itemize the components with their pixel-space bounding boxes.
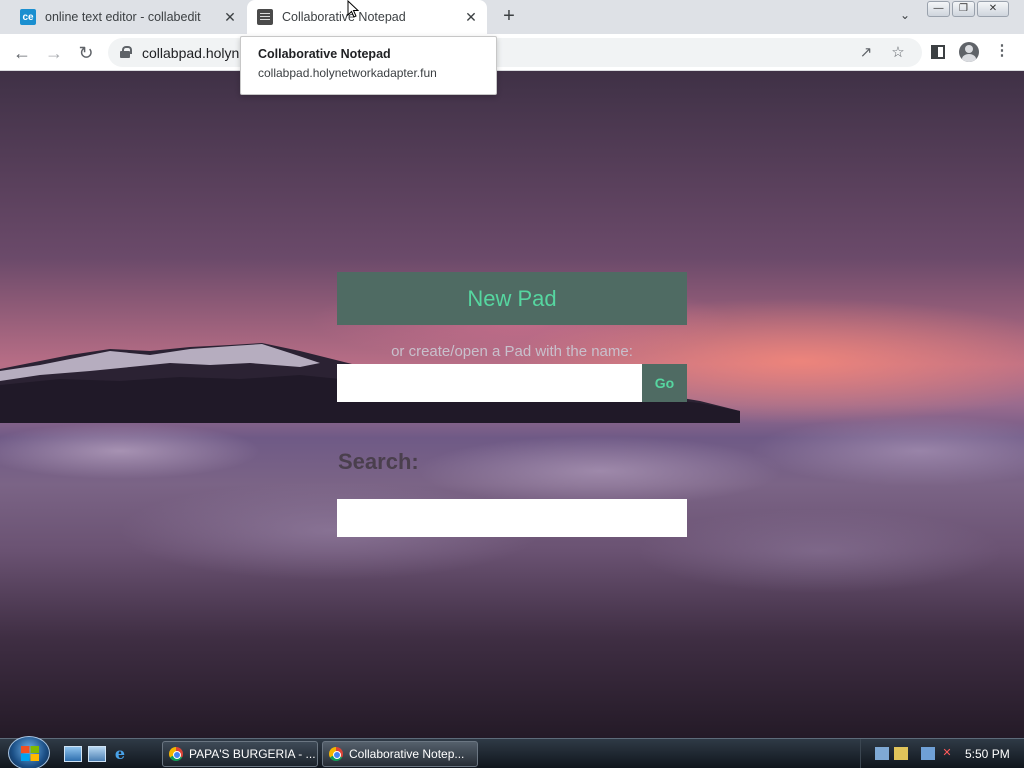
taskbar-item-papas-burgeria[interactable]: PAPA'S BURGERIA - ... [162,741,318,767]
close-icon[interactable]: ✕ [218,5,242,29]
page-background: New Pad or create/open a Pad with the na… [0,71,1024,738]
new-pad-button[interactable]: New Pad [337,272,687,325]
tab-collaborative-notepad[interactable]: Collaborative Notepad ✕ [247,0,487,34]
restore-button[interactable]: ❐ [952,1,975,17]
taskbar: e PAPA'S BURGERIA - ... Collaborative No… [0,736,1024,768]
close-window-button[interactable]: ✕ [977,1,1009,17]
tab-title: Collaborative Notepad [282,10,406,24]
back-icon[interactable]: ← [8,39,36,67]
url-text[interactable]: collabpad.holyn [142,45,239,61]
tray-app-icon[interactable] [875,747,889,760]
tab-hover-tooltip: Collaborative Notepad collabpad.holynetw… [240,36,497,95]
chevron-down-icon[interactable]: ⌄ [895,8,915,26]
share-icon[interactable]: ↗ [856,43,876,63]
search-input[interactable] [337,499,687,537]
browser-toolbar: ← → ↻ collabpad.holyn ↗ ☆ ⋮ [0,34,1024,71]
star-icon[interactable]: ☆ [888,43,908,63]
close-icon[interactable]: ✕ [459,5,483,29]
network-icon[interactable] [921,747,935,760]
tooltip-url: collabpad.holynetworkadapter.fun [258,66,437,80]
chrome-icon [169,747,183,761]
profile-icon[interactable] [959,42,979,62]
search-label: Search: [338,449,419,474]
lock-icon [120,46,132,58]
start-button[interactable] [8,736,50,768]
chrome-icon [329,747,343,761]
taskbar-item-label: PAPA'S BURGERIA - ... [189,747,316,761]
system-tray: ✕ 5:50 PM [860,739,1024,768]
clock[interactable]: 5:50 PM [965,747,1010,761]
mouse-cursor-icon [347,0,359,18]
taskbar-item-label: Collaborative Notep... [349,747,465,761]
pad-name-input[interactable] [337,364,642,402]
show-desktop-icon[interactable] [64,746,82,762]
tab-collabedit[interactable]: ce online text editor - collabedit ✕ [10,0,246,34]
collabedit-favicon-icon: ce [20,9,36,25]
forward-icon[interactable]: → [40,39,68,67]
create-open-label: or create/open a Pad with the name: [391,343,633,360]
menu-icon[interactable]: ⋮ [991,41,1013,63]
new-tab-button[interactable]: + [497,5,521,29]
switch-windows-icon[interactable] [88,746,106,762]
tab-strip: ce online text editor - collabedit ✕ Col… [0,0,1024,34]
notepad-icon [257,9,273,25]
window-controls: — ❐ ✕ [927,1,1009,17]
tab-title: online text editor - collabedit [45,10,201,24]
volume-muted-icon[interactable]: ✕ [940,747,954,760]
reload-icon[interactable]: ↻ [72,39,100,67]
address-bar[interactable]: collabpad.holyn ↗ ☆ [108,38,922,67]
minimize-button[interactable]: — [927,1,950,17]
internet-explorer-icon[interactable]: e [111,746,129,762]
side-panel-icon[interactable] [931,45,945,59]
taskbar-item-collaborative-notepad[interactable]: Collaborative Notep... [322,741,478,767]
go-button[interactable]: Go [642,364,687,402]
tray-app-icon[interactable] [894,747,908,760]
tooltip-title: Collaborative Notepad [258,47,391,61]
